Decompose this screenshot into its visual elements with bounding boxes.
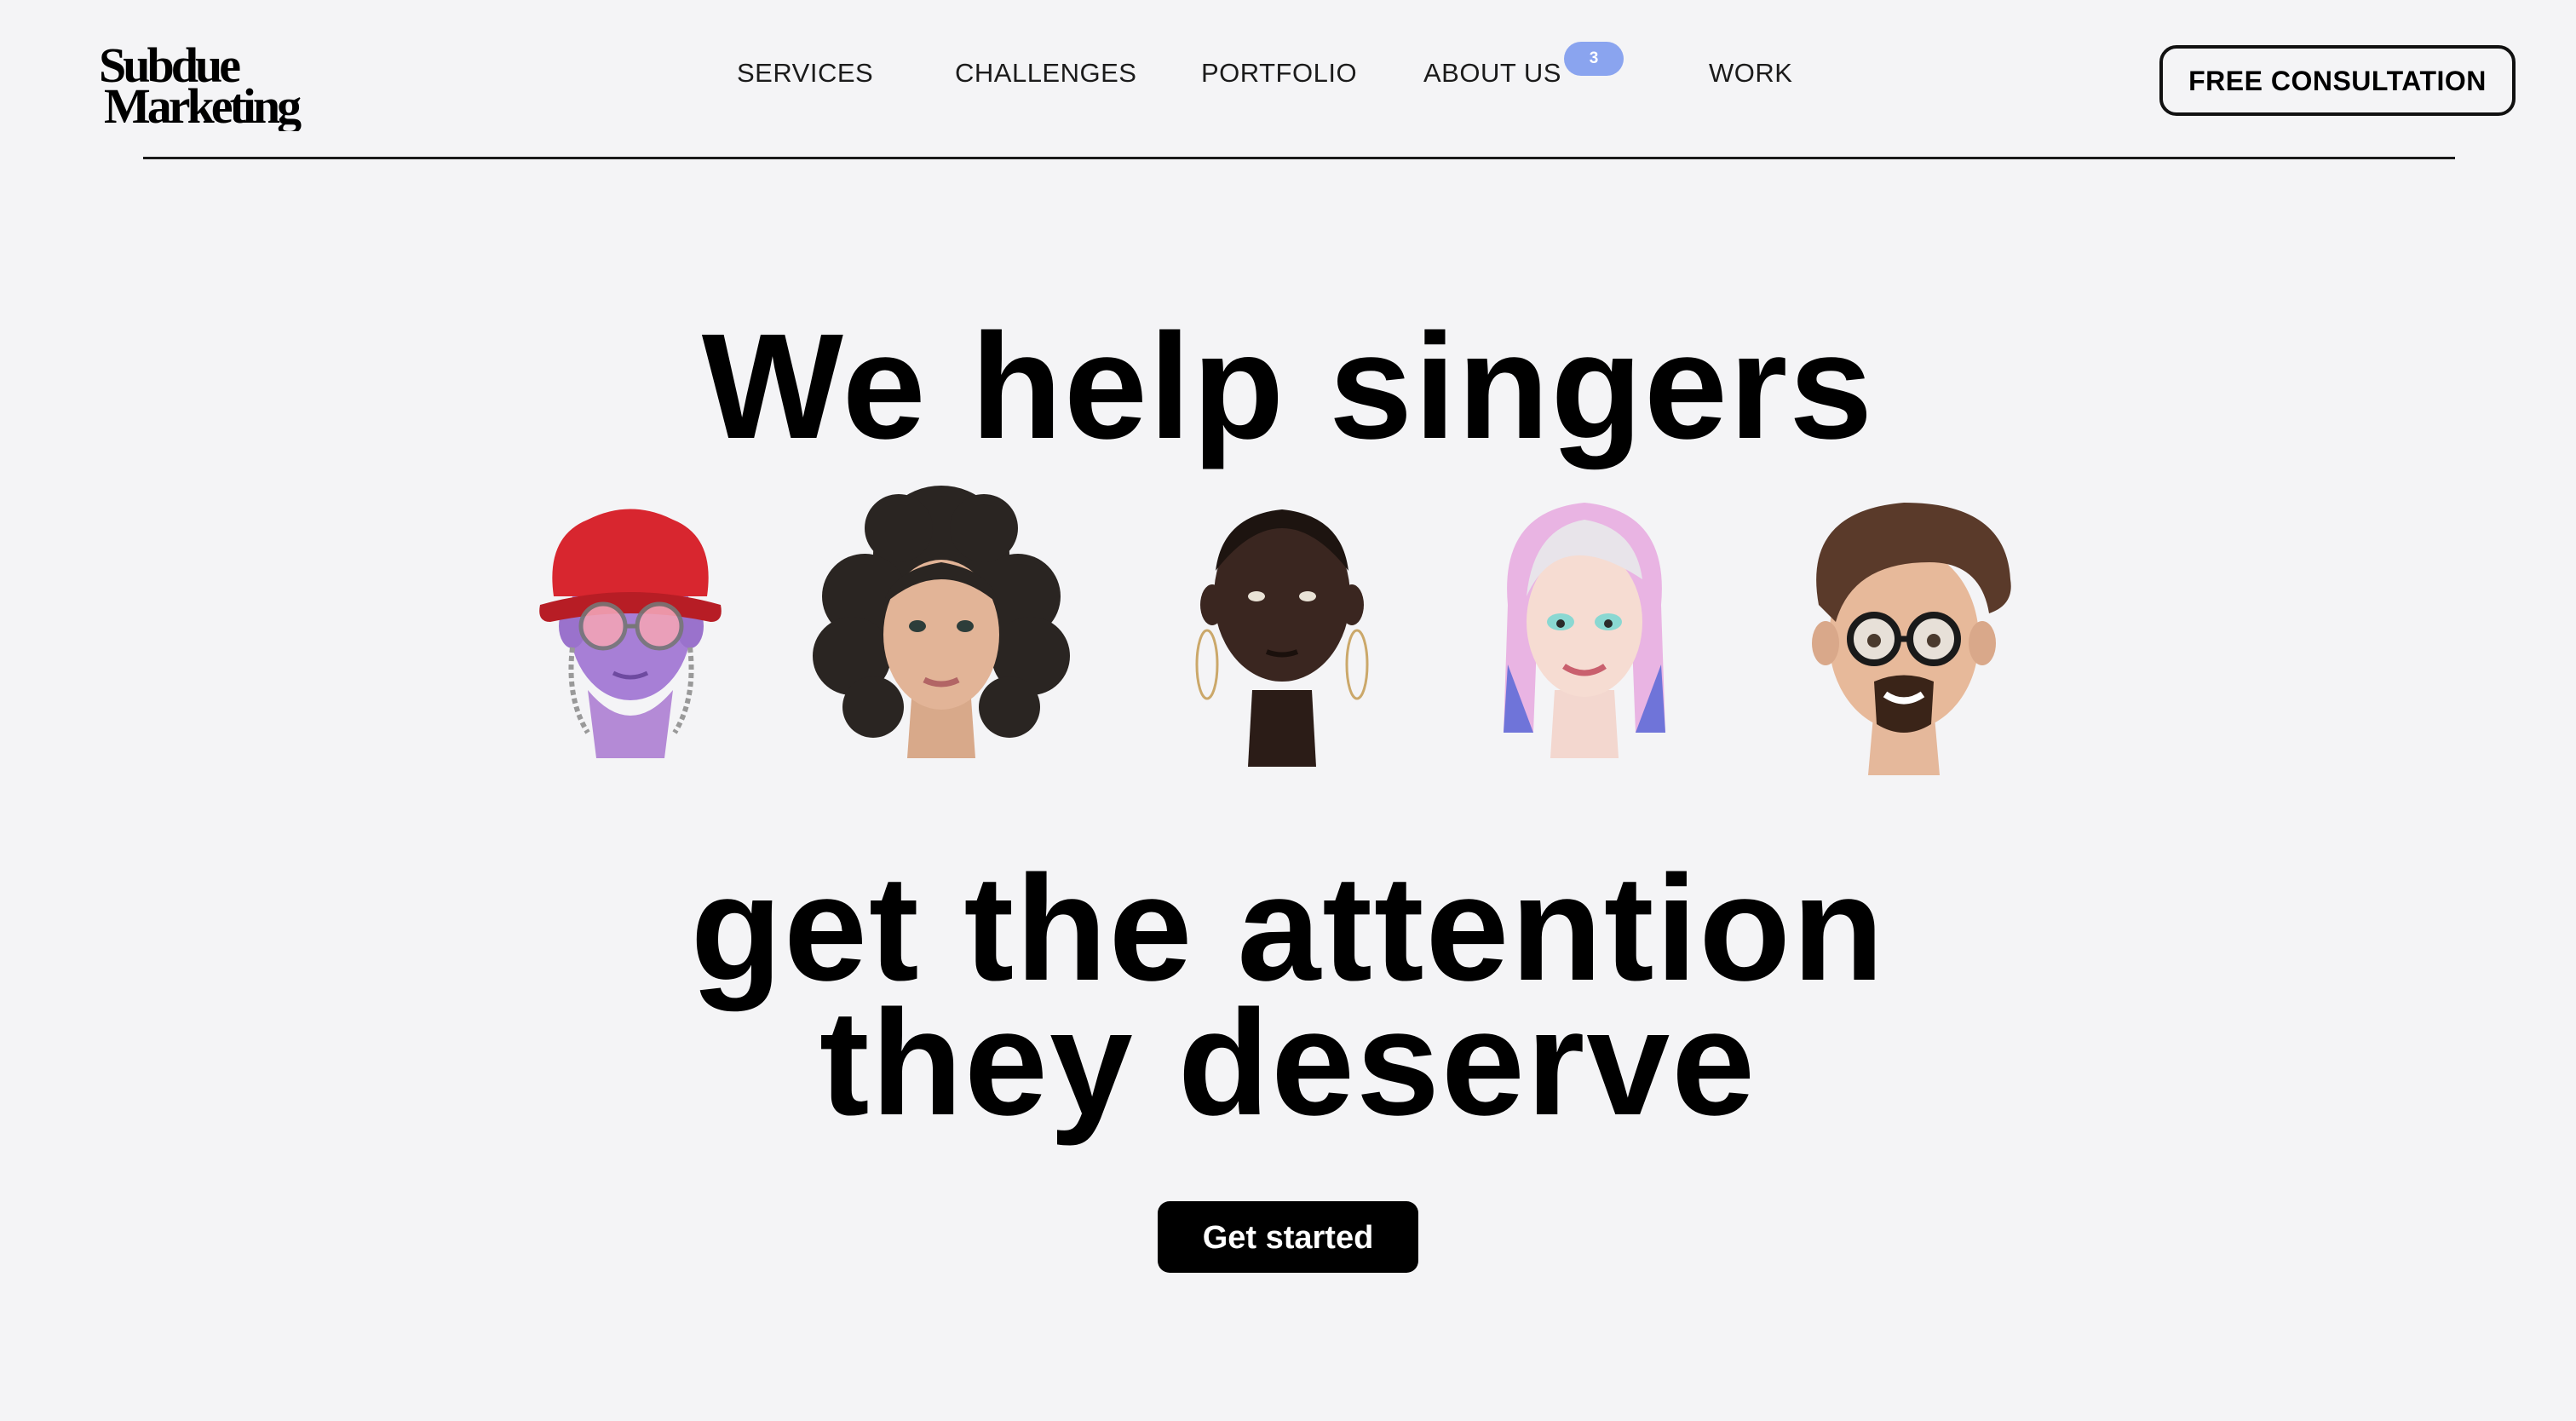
about-us-count-badge: 3 [1564,42,1624,76]
free-consultation-button[interactable]: FREE CONSULTATION [2159,45,2516,116]
landing-page: Subdue Marketing SERVICES CHALLENGES POR… [0,0,2576,1421]
svg-text:Marketing: Marketing [104,78,302,131]
site-logo[interactable]: Subdue Marketing [99,37,320,131]
header-divider [143,157,2455,159]
nav-services[interactable]: SERVICES [737,56,873,90]
hero-heading-line-3: they deserve [819,980,1757,1147]
avatar-pastel-hair-icon [1491,477,1678,767]
avatar-row [0,477,2576,801]
logo-wordmark-icon: Subdue Marketing [99,37,305,131]
site-header: Subdue Marketing SERVICES CHALLENGES POR… [0,0,2576,150]
avatar-red-bucket-hat-icon [528,477,733,767]
avatar-shaved-head-hoop-earrings-icon [1188,477,1376,767]
avatar-glasses-beard-icon [1785,477,2023,784]
nav-work[interactable]: WORK [1709,56,1792,90]
avatar-curly-hair-icon [805,477,1078,767]
nav-challenges[interactable]: CHALLENGES [955,56,1136,90]
nav-portfolio[interactable]: PORTFOLIO [1201,56,1357,90]
get-started-button[interactable]: Get started [1158,1201,1418,1273]
hero-heading-line-1: We help singers [701,303,1875,470]
nav-about-us[interactable]: ABOUT US [1423,56,1561,90]
